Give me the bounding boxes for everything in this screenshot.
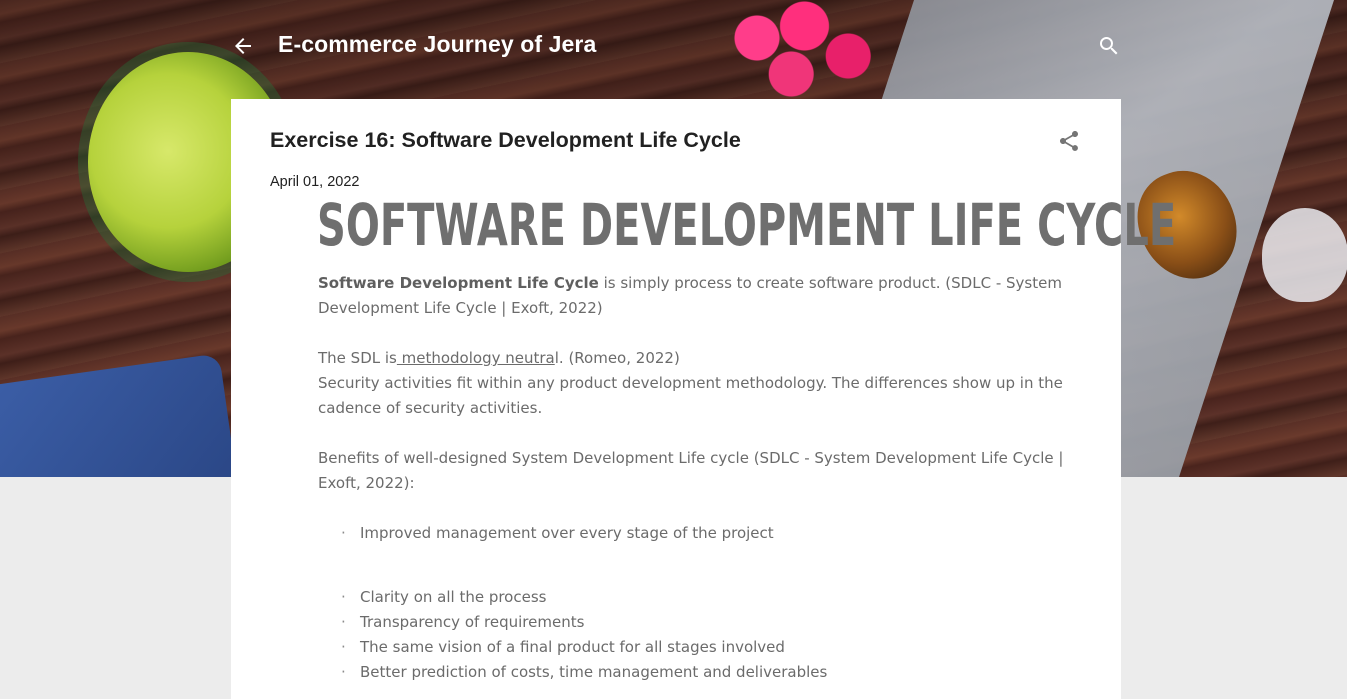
list-item: · Improved management over every stage of… [341,521,774,546]
list-item: · The same vision of a final product for … [341,635,785,660]
bullet-icon: · [341,638,346,656]
article-heading: SOFTWARE DEVELOPMENT LIFE CYCLE [317,191,1177,259]
methodology-neutral-link[interactable]: methodology neutra [397,349,555,367]
blog-header: E-commerce Journey of Jera [231,22,1121,70]
bullet-icon: · [341,613,346,631]
bullet-icon: · [341,524,346,542]
list-item: · Better prediction of costs, time manage… [341,660,827,685]
bullet-icon: · [341,588,346,606]
post-date[interactable]: April 01, 2022 [270,174,359,190]
post-card: Exercise 16: Software Development Life C… [231,99,1176,699]
laptop-logo-decoration [1262,208,1347,302]
share-icon[interactable] [1057,129,1081,153]
sdl-suffix: l. (Romeo, 2022) [554,349,680,367]
bullet-icon: · [341,663,346,681]
sdl-detail-text: Security activities fit within any produ… [318,374,1063,417]
benefits-intro: Benefits of well-designed System Develop… [318,449,1064,492]
intro-paragraph: Software Development Life Cycle is simpl… [318,271,1068,321]
sdl-paragraph: The SDL is methodology neutral. (Romeo, … [318,346,1068,421]
arrow-back-icon[interactable] [231,34,255,58]
wallet-decoration [0,353,239,477]
list-item: · Clarity on all the process [341,585,546,610]
intro-bold-term: Software Development Life Cycle [318,274,599,292]
list-item: · Transparency of requirements [341,610,584,635]
search-icon[interactable] [1097,34,1121,58]
blog-title-link[interactable]: E-commerce Journey of Jera [278,31,596,58]
sdl-prefix: The SDL is [318,349,397,367]
post-title: Exercise 16: Software Development Life C… [270,128,741,152]
